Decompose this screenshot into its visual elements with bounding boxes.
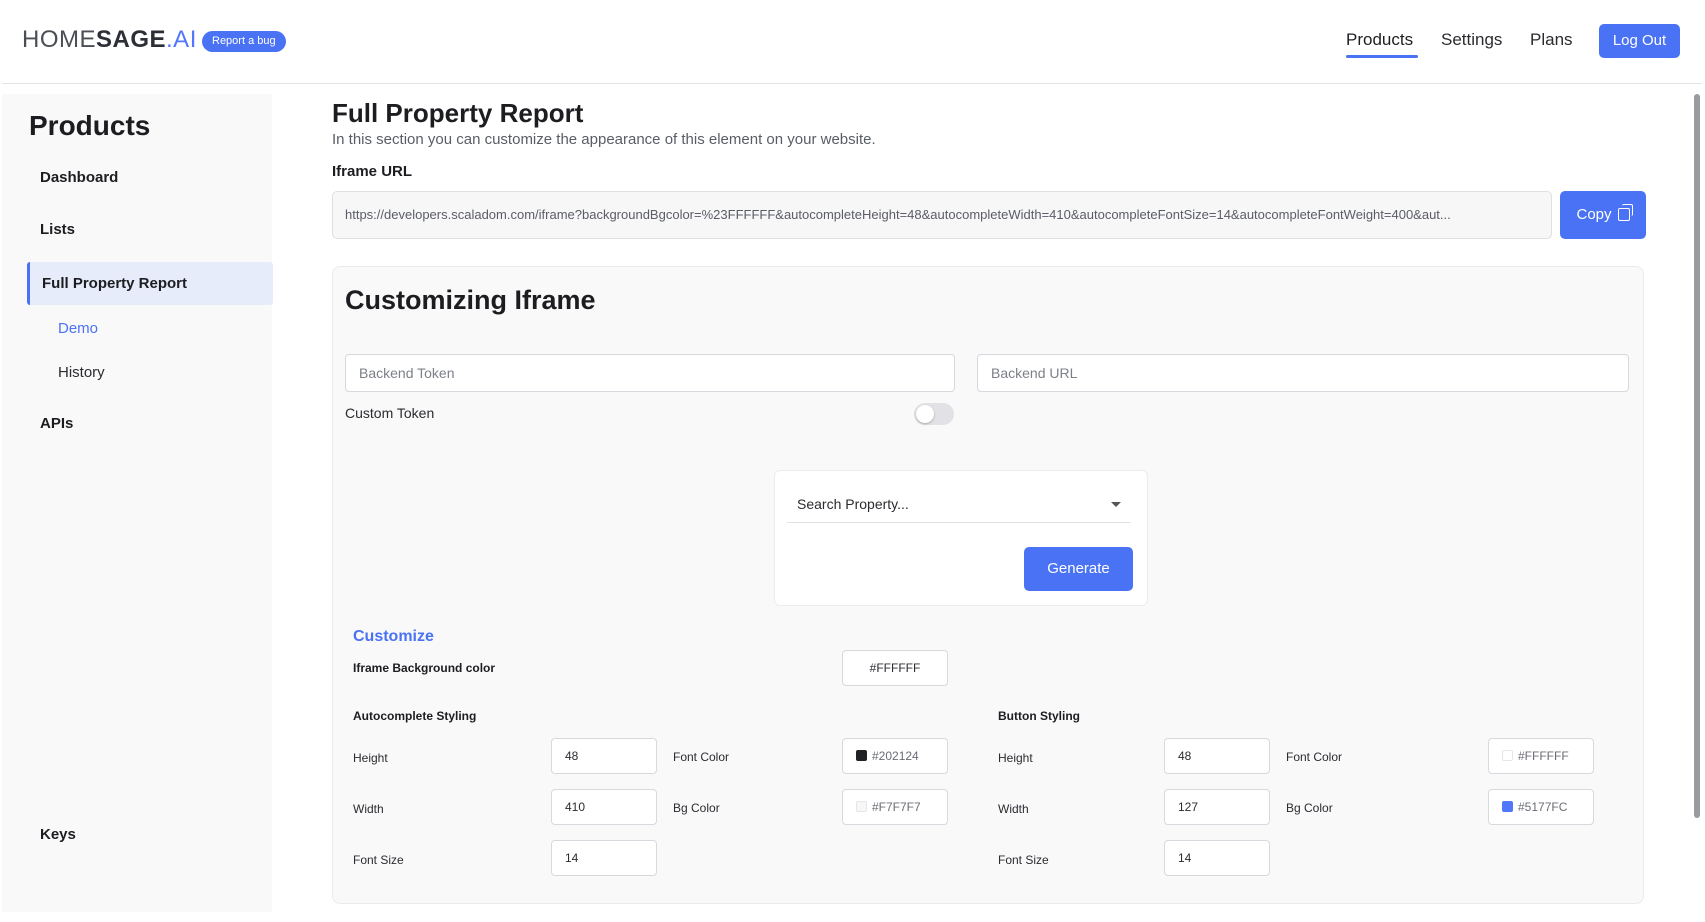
autocomplete-bg-color-label: Bg Color: [673, 801, 720, 815]
backend-url-input[interactable]: Backend URL: [977, 354, 1629, 392]
report-bug-button[interactable]: Report a bug: [202, 31, 286, 52]
custom-token-toggle[interactable]: [914, 403, 954, 425]
autocomplete-font-size-input[interactable]: 14: [551, 840, 657, 876]
panel-title: Customizing Iframe: [345, 285, 596, 315]
page-scrollbar[interactable]: [1694, 94, 1700, 818]
logo-home-text: HOME: [22, 26, 96, 53]
autocomplete-height-input[interactable]: 48: [551, 738, 657, 774]
color-swatch: [856, 801, 867, 812]
iframe-url-field[interactable]: https://developers.scaladom.com/iframe?b…: [332, 191, 1552, 239]
copy-button-label: Copy: [1576, 206, 1612, 223]
nav-products[interactable]: Products: [1346, 30, 1413, 50]
button-font-color-value: #FFFFFF: [1518, 749, 1569, 763]
sidebar-subitem-demo[interactable]: Demo: [58, 320, 98, 337]
sidebar-item-apis[interactable]: APIs: [40, 415, 73, 432]
button-bg-color-label: Bg Color: [1286, 801, 1333, 815]
button-height-input[interactable]: 48: [1164, 738, 1270, 774]
autocomplete-styling-title: Autocomplete Styling: [353, 709, 477, 723]
nav-plans[interactable]: Plans: [1530, 30, 1573, 50]
autocomplete-font-size-label: Font Size: [353, 853, 404, 867]
button-font-size-label: Font Size: [998, 853, 1049, 867]
top-navigation-bar: HOMESAGE.AI Report a bug Products Settin…: [2, 0, 1702, 84]
color-swatch: [1502, 750, 1513, 761]
button-bg-color-value: #5177FC: [1518, 800, 1568, 814]
button-styling-title: Button Styling: [998, 709, 1080, 723]
button-font-size-input[interactable]: 14: [1164, 840, 1270, 876]
customize-section-title: Customize: [353, 628, 434, 645]
toggle-knob: [916, 405, 934, 423]
homesage-logo[interactable]: HOMESAGE.AI: [22, 26, 197, 54]
custom-token-label: Custom Token: [345, 405, 435, 421]
copy-button[interactable]: Copy: [1560, 191, 1646, 239]
autocomplete-height-label: Height: [353, 751, 388, 765]
iframe-background-color-label: Iframe Background color: [353, 661, 496, 675]
autocomplete-font-color-label: Font Color: [673, 750, 730, 764]
autocomplete-bg-color-input[interactable]: #F7F7F7: [842, 789, 948, 825]
nav-active-indicator: [1346, 55, 1418, 58]
sidebar-subitem-history[interactable]: History: [58, 364, 105, 381]
autocomplete-font-color-input[interactable]: #202124: [842, 738, 948, 774]
generate-button[interactable]: Generate: [1024, 547, 1133, 591]
iframe-url-label: Iframe URL: [332, 163, 413, 180]
page-subtitle: In this section you can customize the ap…: [332, 131, 876, 148]
copy-icon: [1617, 204, 1633, 221]
autocomplete-font-color-value: #202124: [872, 749, 919, 763]
sidebar: Products Dashboard Lists Full Property R…: [2, 94, 273, 912]
autocomplete-bg-color-value: #F7F7F7: [872, 800, 921, 814]
button-width-label: Width: [998, 802, 1029, 816]
button-font-color-input[interactable]: #FFFFFF: [1488, 738, 1594, 774]
color-swatch: [856, 750, 867, 761]
chevron-down-icon: [1111, 502, 1121, 507]
button-width-input[interactable]: 127: [1164, 789, 1270, 825]
sidebar-item-full-property-report[interactable]: Full Property Report: [42, 275, 187, 292]
nav-settings[interactable]: Settings: [1441, 30, 1502, 50]
sidebar-item-lists[interactable]: Lists: [40, 221, 75, 238]
sidebar-item-dashboard[interactable]: Dashboard: [40, 169, 118, 186]
sidebar-item-keys[interactable]: Keys: [40, 826, 76, 843]
logo-ai-text: .AI: [166, 26, 197, 53]
button-bg-color-input[interactable]: #5177FC: [1488, 789, 1594, 825]
autocomplete-width-label: Width: [353, 802, 384, 816]
button-font-color-label: Font Color: [1286, 750, 1343, 764]
color-swatch: [1502, 801, 1513, 812]
page-title: Full Property Report: [332, 98, 584, 128]
search-property-placeholder: Search Property...: [797, 496, 909, 512]
logout-button[interactable]: Log Out: [1599, 24, 1680, 58]
autocomplete-width-input[interactable]: 410: [551, 789, 657, 825]
sidebar-title: Products: [29, 110, 151, 141]
logo-sage-text: SAGE: [96, 26, 167, 53]
backend-token-input[interactable]: Backend Token: [345, 354, 955, 392]
button-height-label: Height: [998, 751, 1033, 765]
search-property-select[interactable]: Search Property...: [787, 485, 1131, 523]
iframe-background-color-input[interactable]: #FFFFFF: [842, 650, 948, 686]
